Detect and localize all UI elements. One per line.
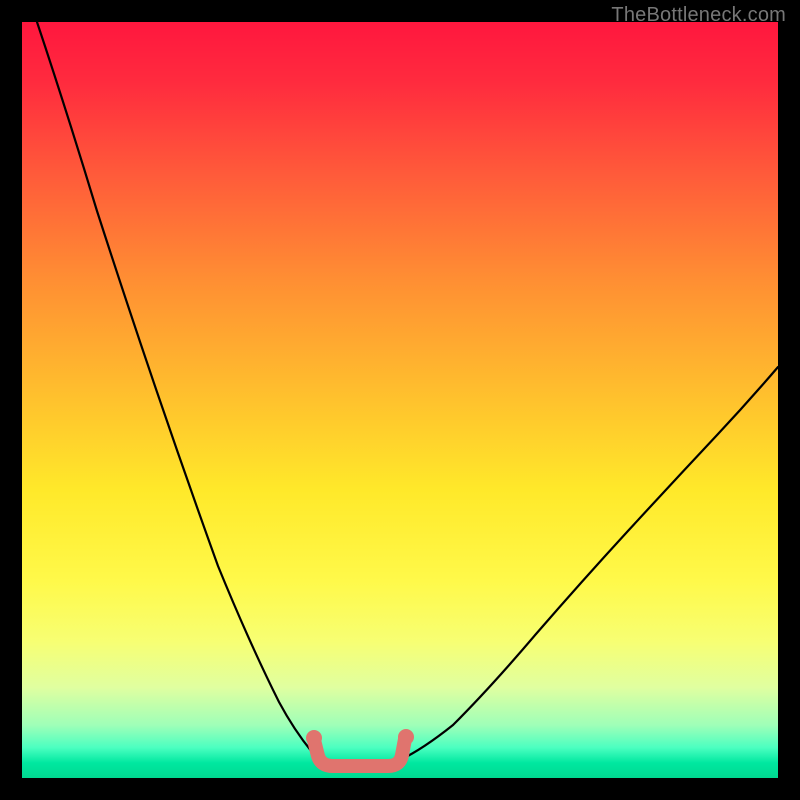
left-curve: [37, 22, 312, 752]
plot-svg: [22, 22, 778, 778]
watermark-text: TheBottleneck.com: [611, 4, 786, 27]
chart-canvas: [22, 22, 778, 778]
optimal-bracket: [306, 729, 414, 766]
right-curve: [400, 367, 778, 760]
